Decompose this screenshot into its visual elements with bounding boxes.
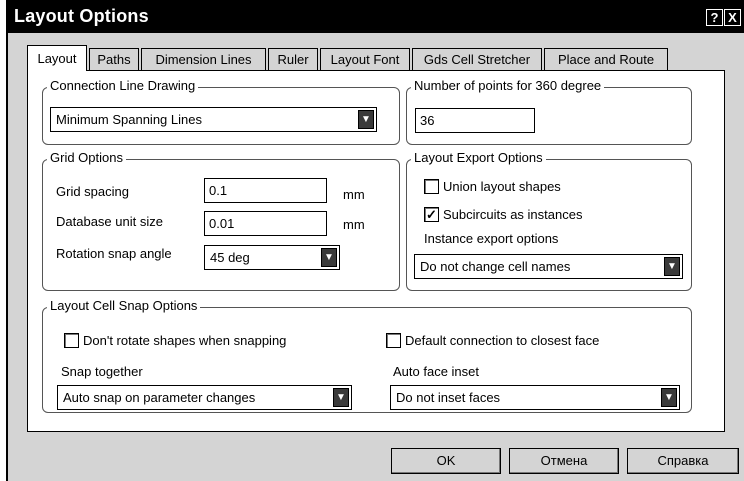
export-options-group: Layout Export Options Union layout shape… [406, 150, 692, 291]
snap-together-label: Snap together [61, 364, 143, 379]
close-icon[interactable]: X [724, 9, 741, 26]
snap-together-select[interactable]: Auto snap on parameter changes ▼ [57, 385, 352, 410]
cell-snap-legend: Layout Cell Snap Options [47, 298, 201, 314]
default-connection-label: Default connection to closest face [405, 333, 600, 348]
cancel-button[interactable]: Отмена [509, 448, 619, 474]
grid-spacing-unit: mm [343, 187, 365, 202]
rotation-snap-value: 45 deg [210, 250, 250, 265]
tab-layout-font[interactable]: Layout Font [320, 48, 410, 70]
subcircuits-checkbox[interactable]: ✓ [424, 207, 439, 222]
grid-spacing-input[interactable]: 0.1 [204, 178, 327, 203]
help-button[interactable]: Справка [627, 448, 739, 474]
auto-face-inset-value: Do not inset faces [396, 390, 501, 405]
default-connection-checkbox[interactable] [386, 333, 401, 348]
rotation-snap-select[interactable]: 45 deg ▼ [204, 245, 340, 270]
auto-face-inset-label: Auto face inset [393, 364, 479, 379]
points-360-group: Number of points for 360 degree 36 [406, 78, 692, 145]
tab-place-and-route[interactable]: Place and Route [544, 48, 668, 70]
chevron-down-icon[interactable]: ▼ [664, 257, 680, 276]
tab-gds-cell-stretcher[interactable]: Gds Cell Stretcher [412, 48, 542, 70]
tab-paths[interactable]: Paths [89, 48, 139, 70]
chevron-down-icon[interactable]: ▼ [661, 388, 677, 407]
connection-line-select[interactable]: Minimum Spanning Lines ▼ [50, 107, 377, 132]
title-bar[interactable]: Layout Options ? X [8, 0, 744, 33]
dont-rotate-checkbox[interactable] [64, 333, 79, 348]
chevron-down-icon[interactable]: ▼ [321, 248, 337, 267]
connection-line-value: Minimum Spanning Lines [56, 112, 202, 127]
connection-line-legend: Connection Line Drawing [47, 78, 199, 94]
export-options-legend: Layout Export Options [411, 150, 546, 166]
snap-together-value: Auto snap on parameter changes [63, 390, 256, 405]
ok-button[interactable]: OK [391, 448, 501, 474]
grid-spacing-label: Grid spacing [56, 184, 129, 199]
instance-export-value: Do not change cell names [420, 259, 571, 274]
grid-options-legend: Grid Options [47, 150, 126, 166]
database-unit-input[interactable]: 0.01 [204, 211, 327, 236]
cell-snap-group: Layout Cell Snap Options Don't rotate sh… [42, 298, 692, 413]
rotation-snap-label: Rotation snap angle [56, 246, 172, 261]
tab-layout[interactable]: Layout [27, 45, 87, 71]
union-shapes-checkbox[interactable] [424, 179, 439, 194]
connection-line-group: Connection Line Drawing Minimum Spanning… [42, 78, 400, 145]
instance-export-select[interactable]: Do not change cell names ▼ [414, 254, 683, 279]
points-360-input[interactable]: 36 [415, 108, 535, 133]
database-unit-label: Database unit size [56, 214, 163, 229]
chevron-down-icon[interactable]: ▼ [333, 388, 349, 407]
tab-dimension-lines[interactable]: Dimension Lines [141, 48, 266, 70]
auto-face-inset-select[interactable]: Do not inset faces ▼ [390, 385, 680, 410]
help-icon[interactable]: ? [706, 9, 723, 26]
chevron-down-icon[interactable]: ▼ [358, 110, 374, 129]
dont-rotate-label: Don't rotate shapes when snapping [83, 333, 287, 348]
grid-options-group: Grid Options Grid spacing 0.1 mm Databas… [42, 150, 400, 291]
layout-options-dialog: Layout Options ? X Layout Paths Dimensio… [6, 0, 744, 481]
union-shapes-label: Union layout shapes [443, 179, 561, 194]
subcircuits-label: Subcircuits as instances [443, 207, 583, 222]
database-unit-unit: mm [343, 217, 365, 232]
tab-panel: Connection Line Drawing Minimum Spanning… [27, 70, 725, 432]
tab-ruler[interactable]: Ruler [268, 48, 318, 70]
points-360-legend: Number of points for 360 degree [411, 78, 605, 94]
instance-export-label: Instance export options [424, 231, 559, 246]
dialog-title: Layout Options [14, 6, 149, 26]
